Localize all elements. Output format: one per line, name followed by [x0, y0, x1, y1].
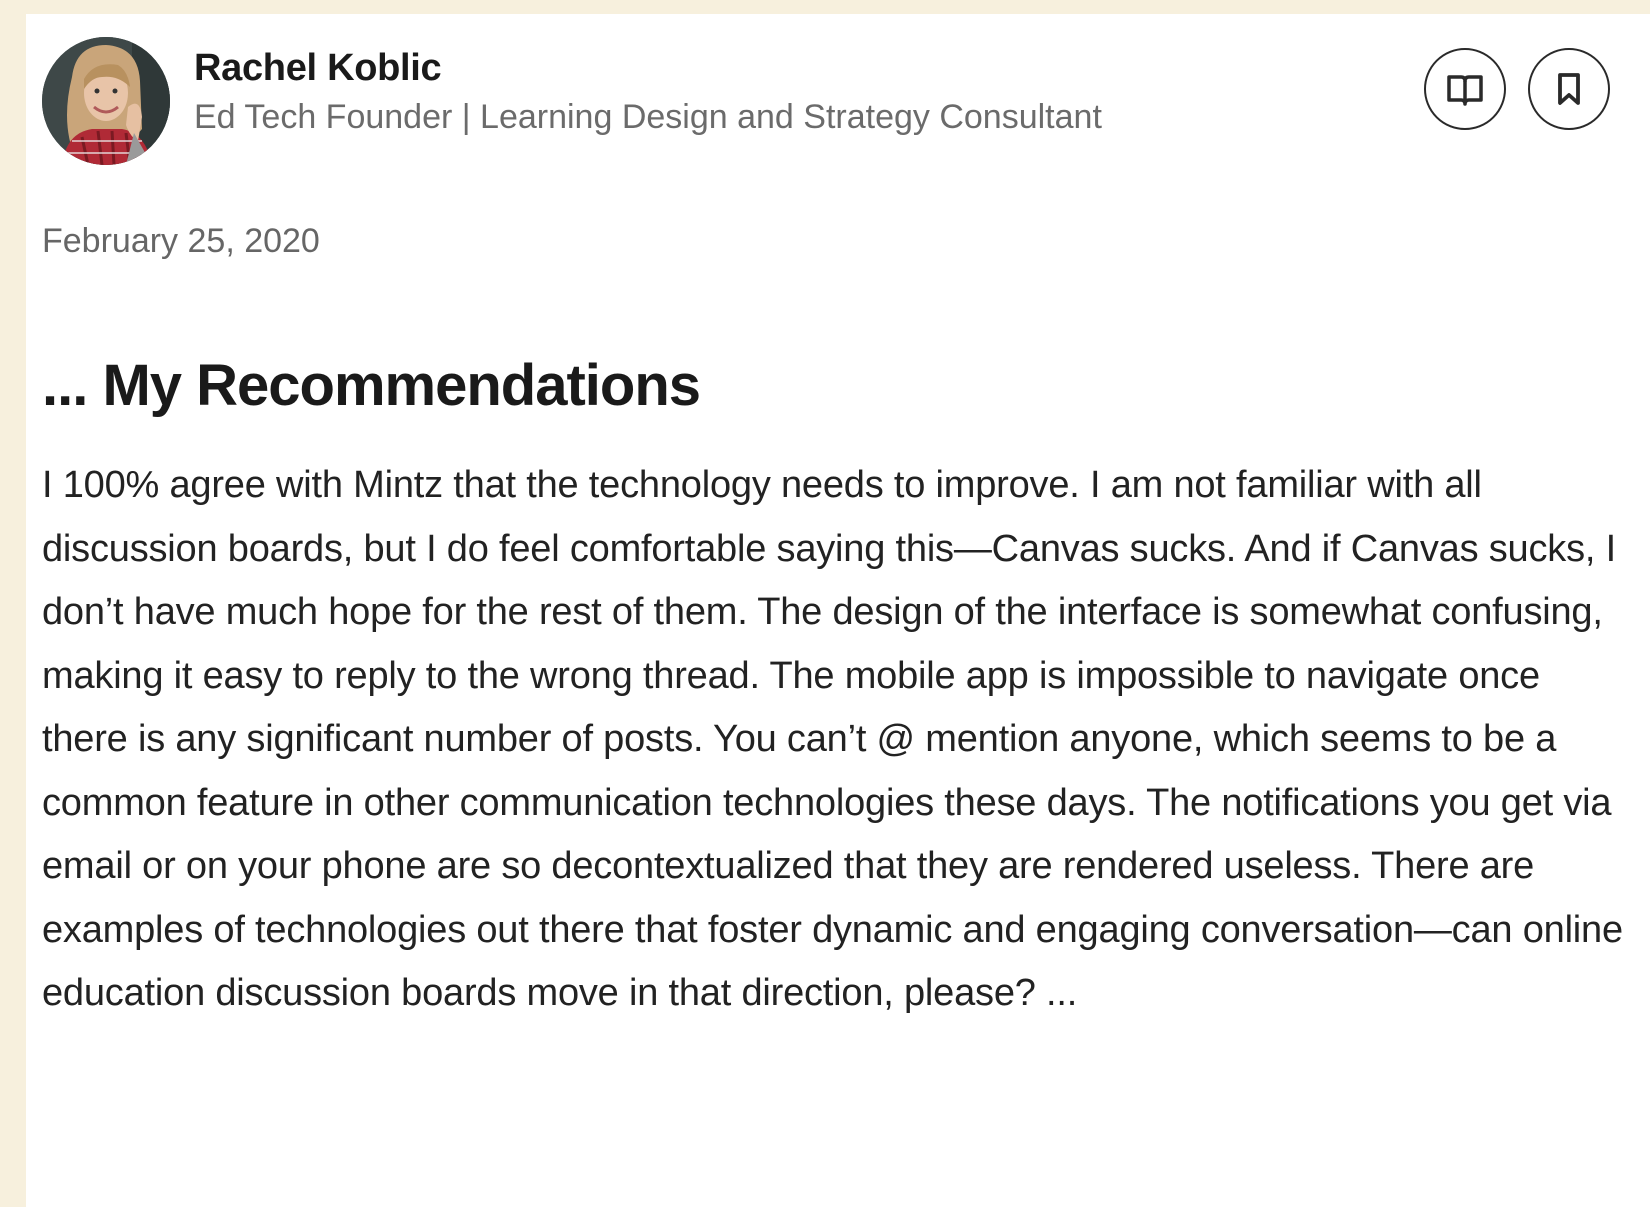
bookmark-icon [1558, 73, 1580, 105]
book-open-icon [1447, 75, 1483, 106]
author-info: Rachel Koblic Ed Tech Founder | Learning… [194, 44, 1424, 140]
avatar-photo [42, 37, 170, 165]
save-button[interactable] [1528, 48, 1610, 130]
publish-date: February 25, 2020 [42, 222, 320, 260]
article-title: ... My Recommendations [42, 353, 701, 418]
article-card: Rachel Koblic Ed Tech Founder | Learning… [26, 14, 1650, 1207]
author-headline: Ed Tech Founder | Learning Design and St… [194, 98, 1102, 136]
read-button[interactable] [1424, 48, 1506, 130]
article-body: I 100% agree with Mintz that the technol… [42, 464, 1623, 1014]
author-name[interactable]: Rachel Koblic [194, 44, 1424, 92]
author-header: Rachel Koblic Ed Tech Founder | Learning… [42, 36, 1632, 166]
author-avatar[interactable] [42, 37, 170, 165]
post-actions [1424, 48, 1610, 130]
